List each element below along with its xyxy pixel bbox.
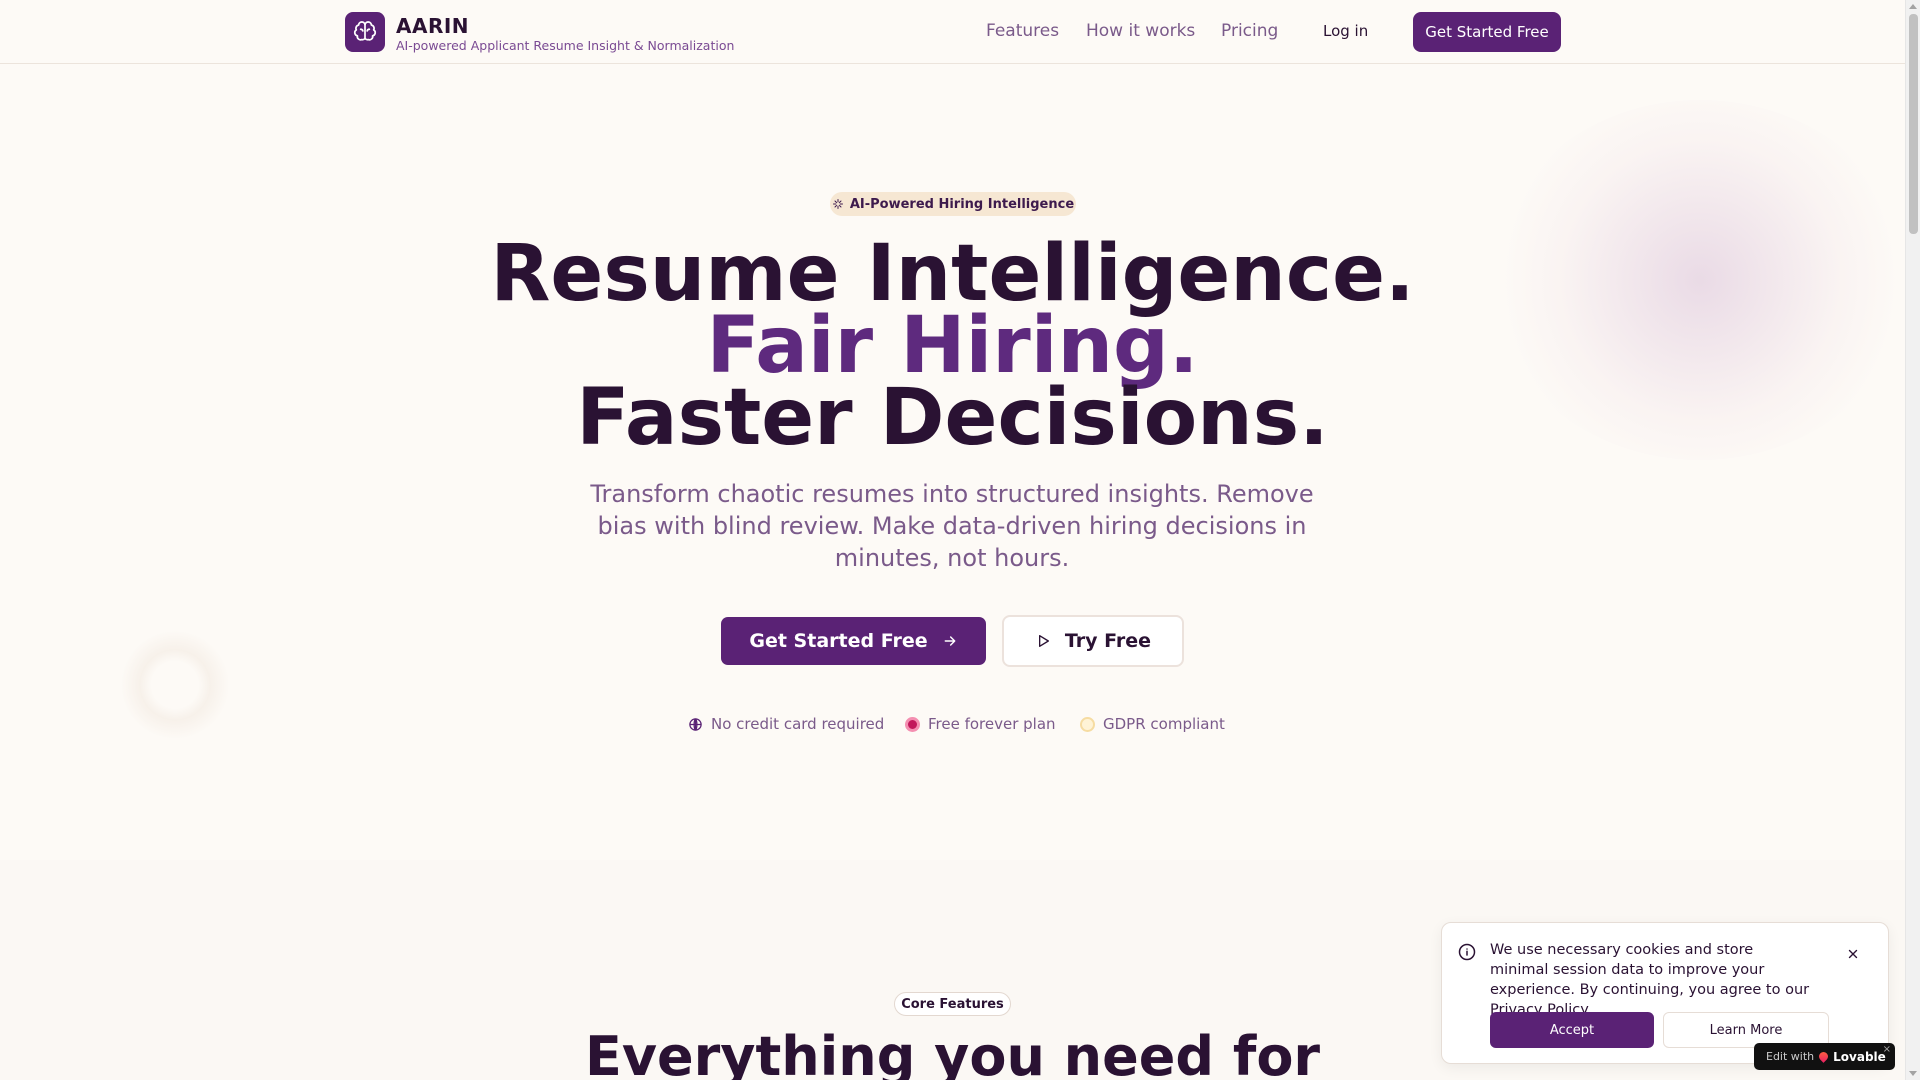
- hero-headline-line-2: Fair Hiring.: [706, 301, 1199, 391]
- hero-badge-label: AI-Powered Hiring Intelligence: [849, 196, 1075, 212]
- lovable-prefix: Edit with: [1766, 1050, 1815, 1063]
- hero-badge: AI-Powered Hiring Intelligence: [830, 192, 1076, 216]
- cookie-accept-button[interactable]: Accept: [1490, 1012, 1654, 1048]
- hero-get-started-label: Get Started Free: [749, 630, 928, 652]
- lovable-badge[interactable]: Edit with Lovable ×: [1754, 1043, 1895, 1070]
- pink-dot-icon: [905, 716, 920, 732]
- feature-label: No credit card required: [711, 715, 885, 733]
- feature-no-credit-card: No credit card required: [688, 715, 884, 733]
- close-icon[interactable]: [1846, 947, 1860, 961]
- section-badge: Core Features: [894, 992, 1011, 1016]
- nav-how-it-works[interactable]: How it works: [1086, 21, 1195, 41]
- lovable-close-icon[interactable]: ×: [1883, 1044, 1891, 1055]
- page-scrollbar[interactable]: [1905, 0, 1920, 1080]
- header-get-started-button[interactable]: Get Started Free: [1413, 12, 1561, 52]
- scroll-up-arrow-icon[interactable]: [1909, 4, 1917, 9]
- hero-headline-line-3: Faster Decisions.: [576, 373, 1329, 463]
- scrollbar-thumb[interactable]: [1909, 14, 1918, 234]
- sparkles-icon: [832, 199, 843, 209]
- arrow-right-icon: [944, 636, 956, 646]
- heart-icon: [1817, 1050, 1831, 1063]
- globe-icon: [689, 717, 702, 731]
- lovable-brand: Lovable: [1833, 1049, 1886, 1064]
- landing-page: AARIN AI-powered Applicant Resume Insigh…: [0, 0, 1905, 1080]
- site-header: AARIN AI-powered Applicant Resume Insigh…: [0, 0, 1905, 64]
- nav-features[interactable]: Features: [986, 21, 1059, 41]
- login-link[interactable]: Log in: [1323, 22, 1368, 40]
- hero-headline-line-1: Resume Intelligence.: [490, 229, 1415, 319]
- hero-try-free-button[interactable]: Try Free: [1002, 615, 1184, 667]
- feature-label: GDPR compliant: [1103, 715, 1225, 733]
- feature-free-forever: Free forever plan: [905, 715, 1056, 733]
- hero-get-started-button[interactable]: Get Started Free: [721, 617, 986, 665]
- hero-subtitle: Transform chaotic resumes into structure…: [590, 480, 1314, 572]
- brand-logo[interactable]: [345, 12, 385, 52]
- decorative-ring: [120, 630, 230, 740]
- yellow-dot-icon: [1080, 716, 1095, 732]
- brain-icon: [353, 21, 377, 41]
- cookie-message: We use necessary cookies and store minim…: [1490, 942, 1810, 1018]
- scroll-down-arrow-icon[interactable]: [1909, 1071, 1917, 1076]
- brand-tagline: AI-powered Applicant Resume Insight & No…: [396, 38, 735, 53]
- brand-name[interactable]: AARIN: [396, 14, 469, 38]
- info-icon: [1458, 943, 1476, 961]
- play-icon: [1038, 635, 1049, 647]
- nav-pricing[interactable]: Pricing: [1221, 21, 1278, 41]
- feature-gdpr: GDPR compliant: [1080, 715, 1225, 733]
- feature-label: Free forever plan: [928, 715, 1056, 733]
- hero-try-free-label: Try Free: [1064, 630, 1152, 652]
